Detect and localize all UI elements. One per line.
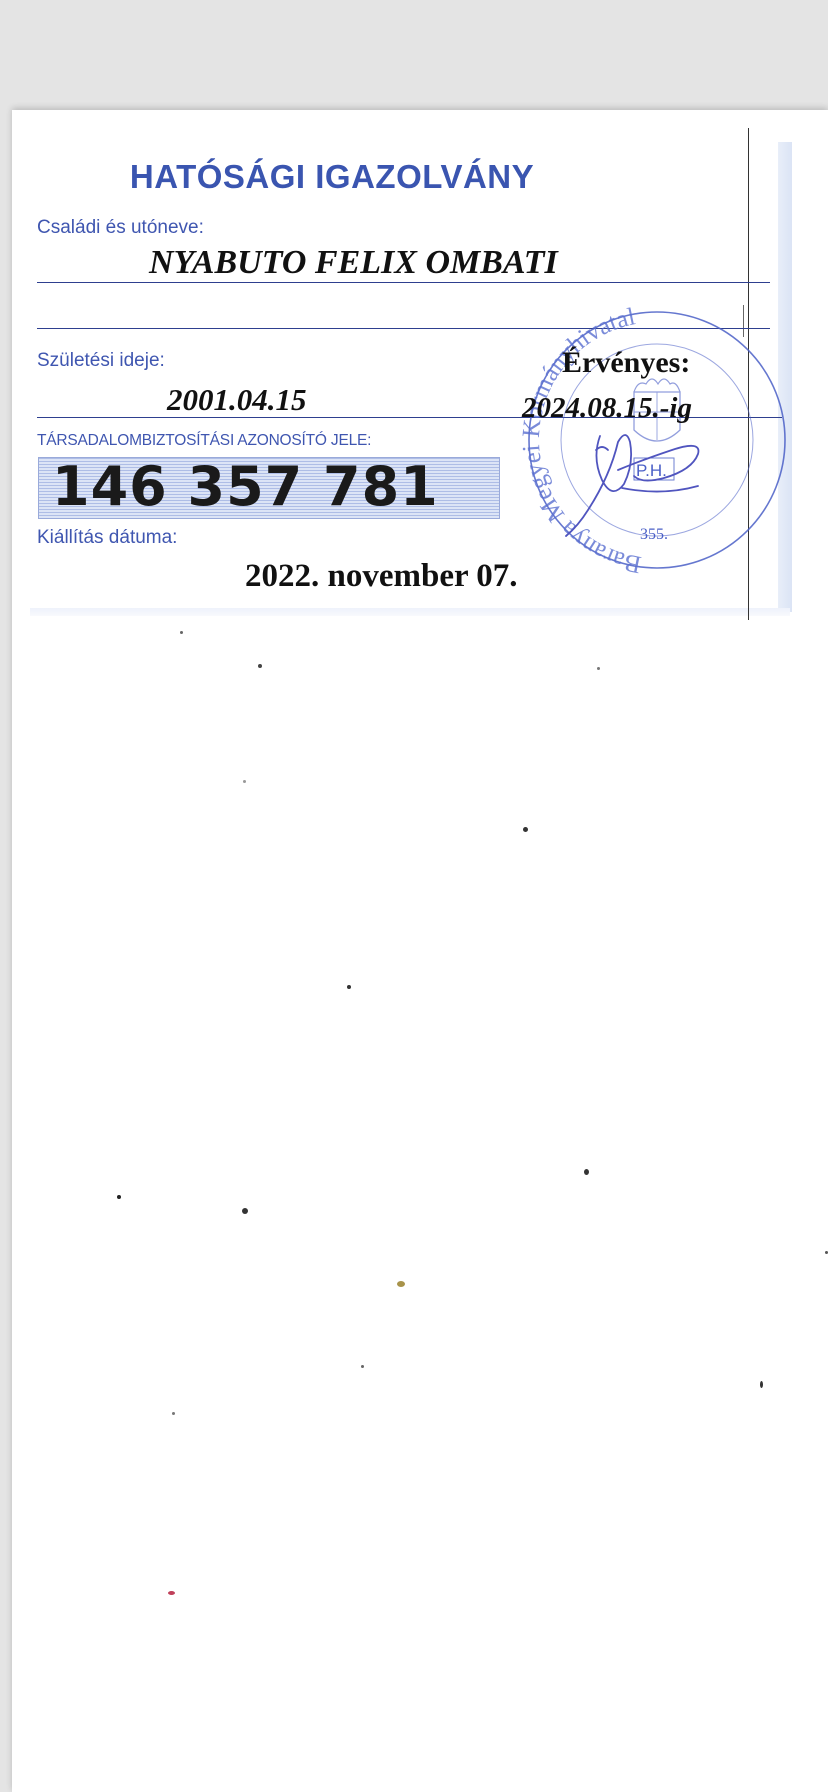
authority-certificate: HATÓSÁGI IGAZOLVÁNY Családi és utóneve: …: [12, 110, 812, 620]
signature-icon: [565, 434, 700, 537]
stamp-number: 355.: [640, 526, 668, 543]
document-page: HATÓSÁGI IGAZOLVÁNY Családi és utóneve: …: [12, 110, 828, 1792]
birth-label: Születési ideje:: [37, 350, 165, 371]
name-label: Családi és utóneve:: [37, 217, 204, 238]
valid-label: Érvényes:: [562, 346, 691, 379]
birth-value: 2001.04.15: [167, 382, 307, 417]
stamp-ring-text: Baranya Megyei Kormányhivatal: [522, 303, 643, 578]
name-underline: [37, 282, 770, 283]
name-value: NYABUTO FELIX OMBATI: [149, 244, 558, 281]
document-title: HATÓSÁGI IGAZOLVÁNY: [129, 158, 535, 195]
valid-value: 2024.08.15.-ig: [522, 392, 692, 424]
ssn-label: TÁRSADALOMBIZTOSÍTÁSI AZONOSÍTÓ JELE:: [37, 432, 372, 449]
stamp-center-text: P.H.: [636, 461, 667, 480]
issue-date: 2022. november 07.: [245, 558, 518, 594]
issue-label: Kiállítás dátuma:: [37, 527, 178, 548]
ssn-value: 146 357 781: [52, 455, 439, 518]
